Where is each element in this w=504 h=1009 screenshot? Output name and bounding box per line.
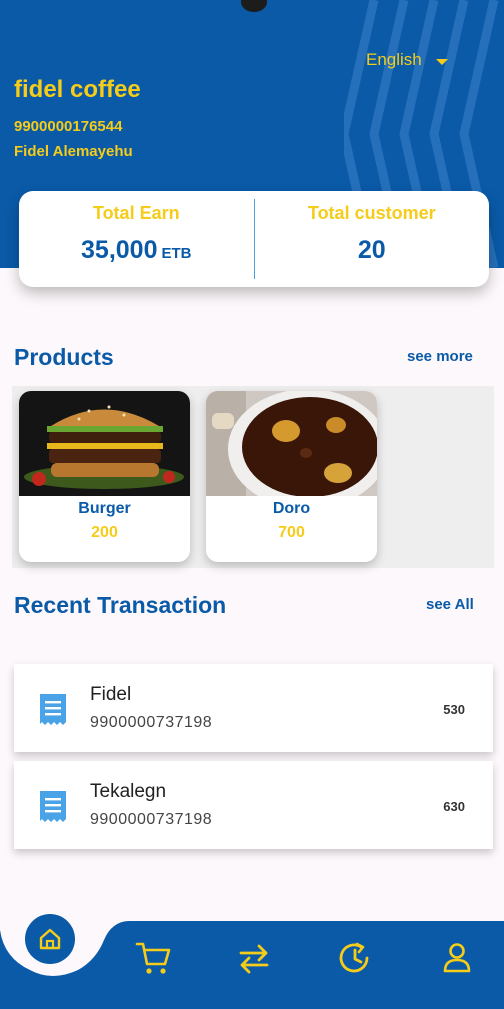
- transaction-name: Fidel: [90, 684, 132, 705]
- total-earn-value: 35,000: [81, 236, 158, 264]
- owner-name: Fidel Alemayehu: [14, 143, 133, 160]
- receipt-icon: [40, 694, 66, 725]
- shop-phone: 9900000176544: [14, 118, 123, 135]
- recent-transaction-title: Recent Transaction: [14, 592, 227, 618]
- products-list[interactable]: Burger 200 Doro 700: [12, 386, 494, 568]
- nav-profile[interactable]: [435, 936, 479, 980]
- nav-home[interactable]: [25, 914, 75, 964]
- product-card-burger[interactable]: Burger 200: [19, 391, 190, 562]
- doro-image: [206, 391, 377, 496]
- bottom-nav: [0, 914, 504, 1009]
- total-earn-label: Total Earn: [92, 203, 180, 223]
- language-label: English: [366, 50, 422, 69]
- product-name: Doro: [272, 500, 311, 517]
- total-earn-stat: Total Earn 35,000 ETB: [19, 191, 254, 287]
- transaction-phone: 9900000737198: [90, 714, 213, 731]
- burger-image: [19, 391, 190, 496]
- product-price: 200: [91, 524, 118, 541]
- shop-name: fidel coffee: [14, 76, 141, 103]
- nav-cart[interactable]: [131, 936, 175, 980]
- transaction-amount: 530: [443, 702, 465, 717]
- total-customer-value: 20: [357, 236, 386, 264]
- receipt-icon: [40, 791, 66, 822]
- profile-icon: [443, 943, 471, 973]
- home-icon: [39, 928, 61, 950]
- total-customer-label: Total customer: [307, 203, 436, 223]
- total-customer-stat: Total customer 20: [255, 191, 490, 287]
- nav-transactions[interactable]: [232, 936, 276, 980]
- products-title: Products: [14, 344, 114, 370]
- nav-history[interactable]: [333, 936, 377, 980]
- camera-cutout: [241, 0, 267, 12]
- transaction-phone: 9900000737198: [90, 811, 213, 828]
- product-card-doro[interactable]: Doro 700: [206, 391, 377, 562]
- stats-card: Total Earn 35,000 ETB Total customer 20: [19, 191, 489, 287]
- currency-unit: ETB: [161, 245, 192, 262]
- transfer-icon: [239, 944, 269, 974]
- history-icon: [339, 942, 369, 973]
- total-earn-value-row: 35,000 ETB: [81, 236, 191, 265]
- cart-icon: [135, 942, 171, 974]
- transaction-row[interactable]: Tekalegn 9900000737198 630: [14, 761, 493, 849]
- language-selector[interactable]: English: [366, 50, 448, 70]
- transaction-name: Tekalegn: [90, 781, 167, 802]
- see-more-link[interactable]: see more: [407, 348, 473, 365]
- product-name: Burger: [78, 500, 131, 517]
- transaction-amount: 630: [443, 799, 465, 814]
- transaction-row[interactable]: Fidel 9900000737198 530: [14, 664, 493, 752]
- chevron-down-icon: [435, 58, 448, 65]
- product-price: 700: [278, 524, 305, 541]
- see-all-link[interactable]: see All: [426, 596, 474, 613]
